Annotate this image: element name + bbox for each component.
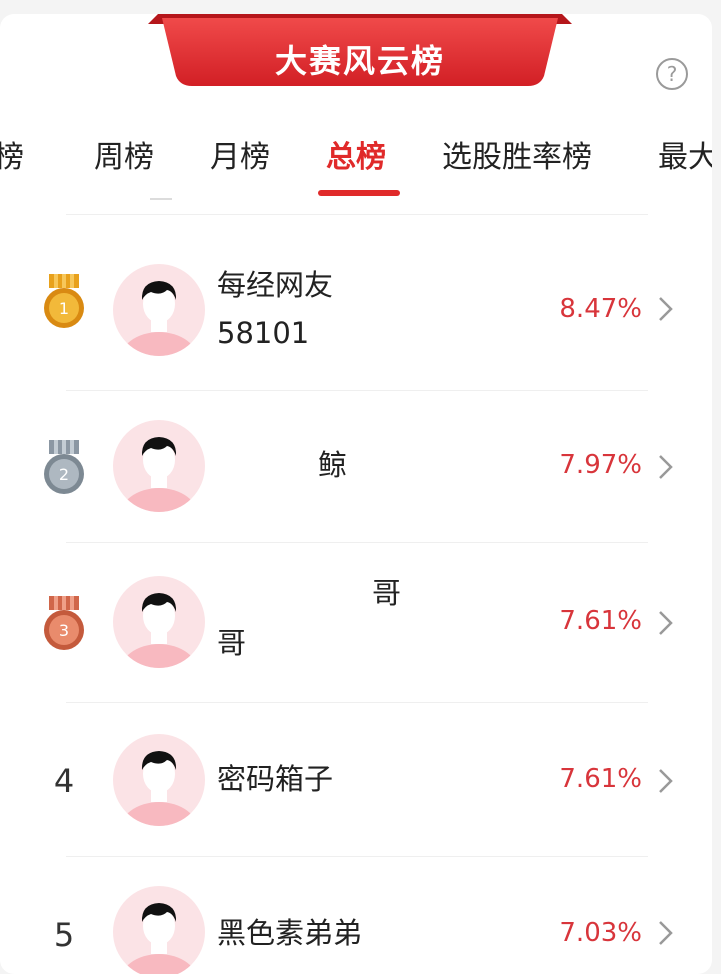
chevron-right-icon[interactable] (656, 452, 676, 482)
leaderboard-row[interactable]: 3 哥 哥 7.61% (0, 542, 712, 702)
svg-text:1: 1 (59, 299, 69, 318)
avatar (113, 576, 205, 668)
chevron-right-icon[interactable] (656, 294, 676, 324)
username-line1: 每经网友 (217, 268, 334, 302)
title-ribbon: 大赛风云榜 (148, 14, 572, 98)
avatar (113, 264, 205, 356)
tab-max[interactable]: 最大 (658, 132, 712, 176)
help-icon[interactable]: ? (656, 58, 688, 90)
leaderboard-row[interactable]: 4 密码箱子 7.61% (0, 702, 712, 856)
page-title: 大赛风云榜 (274, 42, 445, 80)
tab-daily[interactable]: 榜 (0, 132, 24, 176)
return-rate: 7.61% (559, 606, 642, 636)
rank-number: 5 (53, 916, 75, 954)
leaderboard-card: 大赛风云榜 ? 榜 周榜 月榜 总榜 选股胜率榜 最大 1 每经网友 58101… (0, 14, 712, 974)
avatar (113, 734, 205, 826)
svg-text:3: 3 (59, 621, 69, 640)
username-line1: 黑色素弟弟 (217, 916, 363, 950)
bronze-medal-icon: 3 (44, 596, 84, 650)
return-rate: 7.03% (559, 918, 642, 948)
username-line1: 鲸 (318, 448, 348, 482)
username-line1: 密码箱子 (217, 762, 334, 796)
gold-medal-icon: 1 (44, 274, 84, 328)
chevron-right-icon[interactable] (656, 608, 676, 638)
tab-win-rate[interactable]: 选股胜率榜 (442, 132, 592, 176)
divider (66, 214, 648, 215)
rank-number: 4 (53, 762, 75, 800)
leaderboard-row[interactable]: 1 每经网友 58101 8.47% (0, 244, 712, 390)
tab-bar: 榜 周榜 月榜 总榜 选股胜率榜 最大 (0, 114, 712, 200)
chevron-right-icon[interactable] (656, 918, 676, 948)
avatar (113, 886, 205, 974)
return-rate: 8.47% (559, 294, 642, 324)
chevron-right-icon[interactable] (656, 766, 676, 796)
username-line2: 哥 (217, 626, 247, 660)
leaderboard-row[interactable]: 5 黑色素弟弟 7.03% (0, 856, 712, 974)
username-line2: 58101 (217, 316, 310, 350)
tab-monthly[interactable]: 月榜 (210, 132, 270, 176)
tab-divider-mark (150, 198, 172, 200)
tab-weekly[interactable]: 周榜 (94, 132, 154, 176)
active-tab-indicator (318, 190, 400, 196)
silver-medal-icon: 2 (44, 440, 84, 494)
avatar (113, 420, 205, 512)
return-rate: 7.61% (559, 764, 642, 794)
return-rate: 7.97% (559, 450, 642, 480)
leaderboard-row[interactable]: 2 鲸 7.97% (0, 390, 712, 542)
svg-text:2: 2 (59, 465, 69, 484)
tab-overall[interactable]: 总榜 (326, 132, 386, 176)
